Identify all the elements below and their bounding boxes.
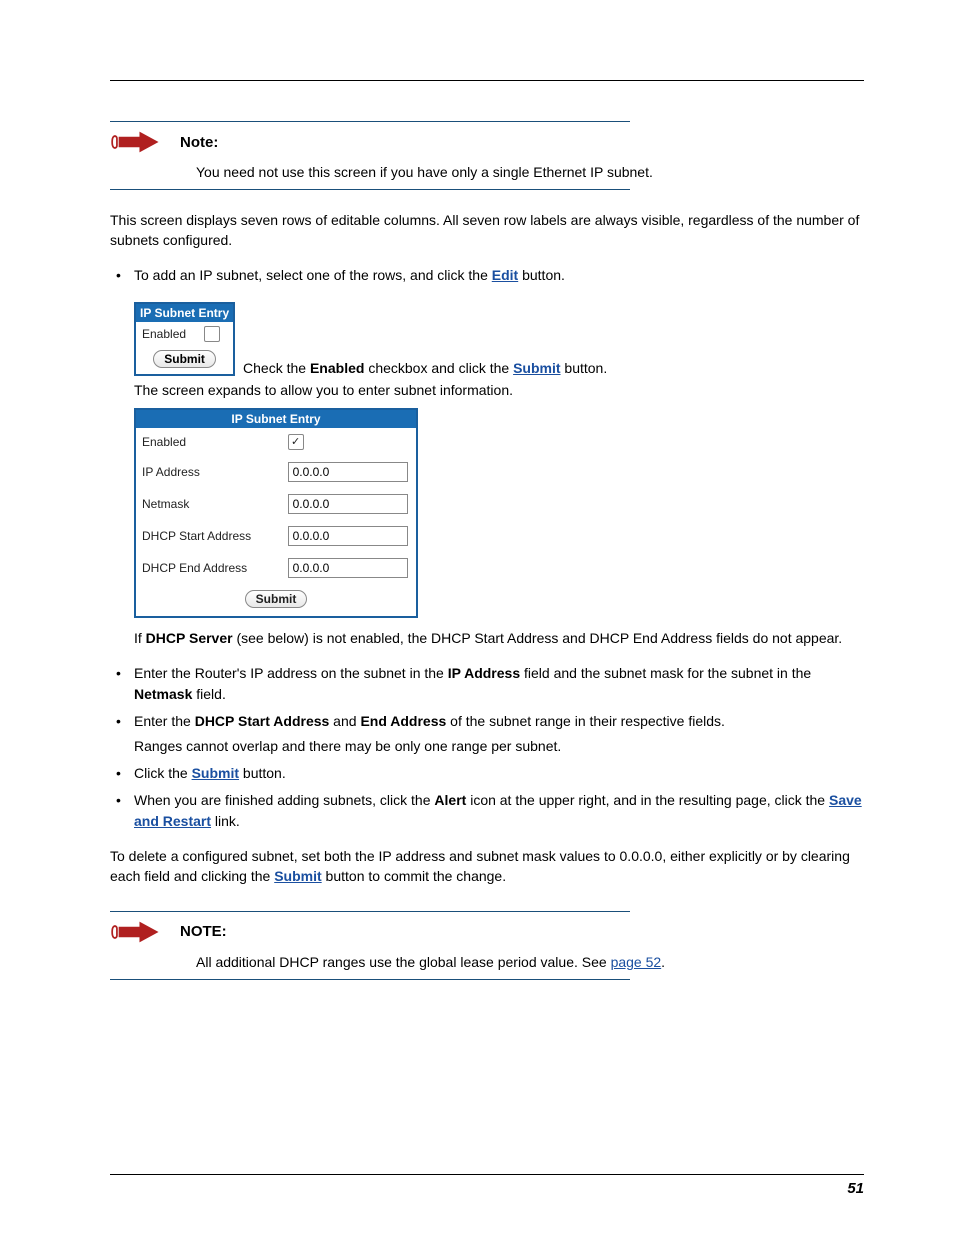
text: When you are finished adding subnets, cl… <box>134 792 434 808</box>
list-item: Enter the Router's IP address on the sub… <box>110 663 864 705</box>
subnet-table: Enabled ✓ IP Address Netmask DHCP Start … <box>136 428 416 617</box>
enabled-checkbox[interactable] <box>204 326 220 342</box>
enabled-checkbox[interactable]: ✓ <box>288 434 304 450</box>
text: Netmask <box>134 686 192 702</box>
note-rule <box>110 189 630 190</box>
text: field and the subnet mask for the subnet… <box>520 665 811 681</box>
field-label: Enabled <box>136 428 282 457</box>
enabled-label: Enabled <box>142 327 186 341</box>
text: Ranges cannot overlap and there may be o… <box>134 736 864 757</box>
text: Enter the Router's IP address on the sub… <box>134 665 448 681</box>
submit-button[interactable]: Submit <box>245 590 308 608</box>
bullet-list-1: To add an IP subnet, select one of the r… <box>110 265 864 286</box>
ip-subnet-entry-small: IP Subnet Entry Enabled Submit <box>134 302 235 376</box>
header-rule <box>110 80 864 81</box>
text: (see below) is not enabled, the DHCP Sta… <box>233 630 843 646</box>
note-rule <box>110 979 630 980</box>
bullet-list-2: Enter the Router's IP address on the sub… <box>110 663 864 832</box>
table-row: IP Address <box>136 456 416 488</box>
text: All additional DHCP ranges use the globa… <box>196 954 611 970</box>
text: To add an IP subnet, select one of the r… <box>134 267 492 283</box>
ip-subnet-entry-large: IP Subnet Entry Enabled ✓ IP Address Net… <box>134 408 418 619</box>
submit-link[interactable]: Submit <box>274 868 321 884</box>
text: Check the <box>243 360 310 376</box>
text: of the subnet range in their respective … <box>446 713 725 729</box>
field-label: DHCP Start Address <box>136 520 282 552</box>
netmask-input[interactable] <box>288 494 408 514</box>
submit-link[interactable]: Submit <box>192 765 239 781</box>
text: field. <box>192 686 225 702</box>
text: link. <box>211 813 240 829</box>
table-row: Netmask <box>136 488 416 520</box>
table-row: DHCP End Address <box>136 552 416 584</box>
ip-address-input[interactable] <box>288 462 408 482</box>
button-wrap: Submit <box>136 346 233 374</box>
note-header: Note: <box>110 128 864 156</box>
table-row: Submit <box>136 584 416 616</box>
list-item: When you are finished adding subnets, cl… <box>110 790 864 832</box>
dhcp-server-note: If DHCP Server (see below) is not enable… <box>134 628 864 649</box>
page-52-link[interactable]: page 52 <box>611 954 662 970</box>
subnet-small-row: IP Subnet Entry Enabled Submit Check the… <box>110 296 864 376</box>
note-label: NOTE: <box>180 923 227 940</box>
list-item: Enter the DHCP Start Address and End Add… <box>110 711 864 757</box>
delete-paragraph: To delete a configured subnet, set both … <box>110 846 864 887</box>
text: button. <box>239 765 286 781</box>
note-block-1: Note: You need not use this screen if yo… <box>110 121 864 190</box>
text: IP Address <box>448 665 520 681</box>
text: Enter the <box>134 713 195 729</box>
text: Enabled <box>310 360 364 376</box>
intro-paragraph: This screen displays seven rows of edita… <box>110 210 864 251</box>
text: DHCP Server <box>146 630 233 646</box>
text: Alert <box>434 792 466 808</box>
text: Click the <box>134 765 192 781</box>
page-number: 51 <box>847 1180 864 1197</box>
text: button. <box>518 267 565 283</box>
enabled-row: Enabled <box>136 322 233 346</box>
dhcp-start-input[interactable] <box>288 526 408 546</box>
text: If <box>134 630 146 646</box>
after-small-box-text: Check the Enabled checkbox and click the… <box>243 360 607 376</box>
note-block-2: NOTE: All additional DHCP ranges use the… <box>110 911 864 980</box>
text: DHCP Start Address <box>195 713 330 729</box>
note-text: All additional DHCP ranges use the globa… <box>196 952 864 973</box>
table-row: DHCP Start Address <box>136 520 416 552</box>
footer-rule <box>110 1174 864 1175</box>
text: icon at the upper right, and in the resu… <box>466 792 829 808</box>
note-label: Note: <box>180 134 218 151</box>
panel-header: IP Subnet Entry <box>136 304 233 322</box>
pointing-hand-icon <box>110 918 162 946</box>
pointing-hand-icon <box>110 128 162 156</box>
text: . <box>661 954 665 970</box>
table-row: Enabled ✓ <box>136 428 416 457</box>
edit-link[interactable]: Edit <box>492 267 518 283</box>
note-rule <box>110 911 630 912</box>
text: End Address <box>360 713 446 729</box>
submit-link[interactable]: Submit <box>513 360 560 376</box>
text: checkbox and click the <box>364 360 513 376</box>
field-label: DHCP End Address <box>136 552 282 584</box>
field-label: Netmask <box>136 488 282 520</box>
note-rule <box>110 121 630 122</box>
text: button to commit the change. <box>322 868 506 884</box>
panel-header: IP Subnet Entry <box>136 410 416 428</box>
text: and <box>329 713 360 729</box>
text: button. <box>561 360 608 376</box>
expand-line: The screen expands to allow you to enter… <box>134 382 864 398</box>
list-item: To add an IP subnet, select one of the r… <box>110 265 864 286</box>
document-page: Note: You need not use this screen if yo… <box>0 0 954 1235</box>
field-label: IP Address <box>136 456 282 488</box>
dhcp-end-input[interactable] <box>288 558 408 578</box>
note-text: You need not use this screen if you have… <box>196 162 864 183</box>
list-item: Click the Submit button. <box>110 763 864 784</box>
submit-button[interactable]: Submit <box>153 350 216 368</box>
note-header: NOTE: <box>110 918 864 946</box>
